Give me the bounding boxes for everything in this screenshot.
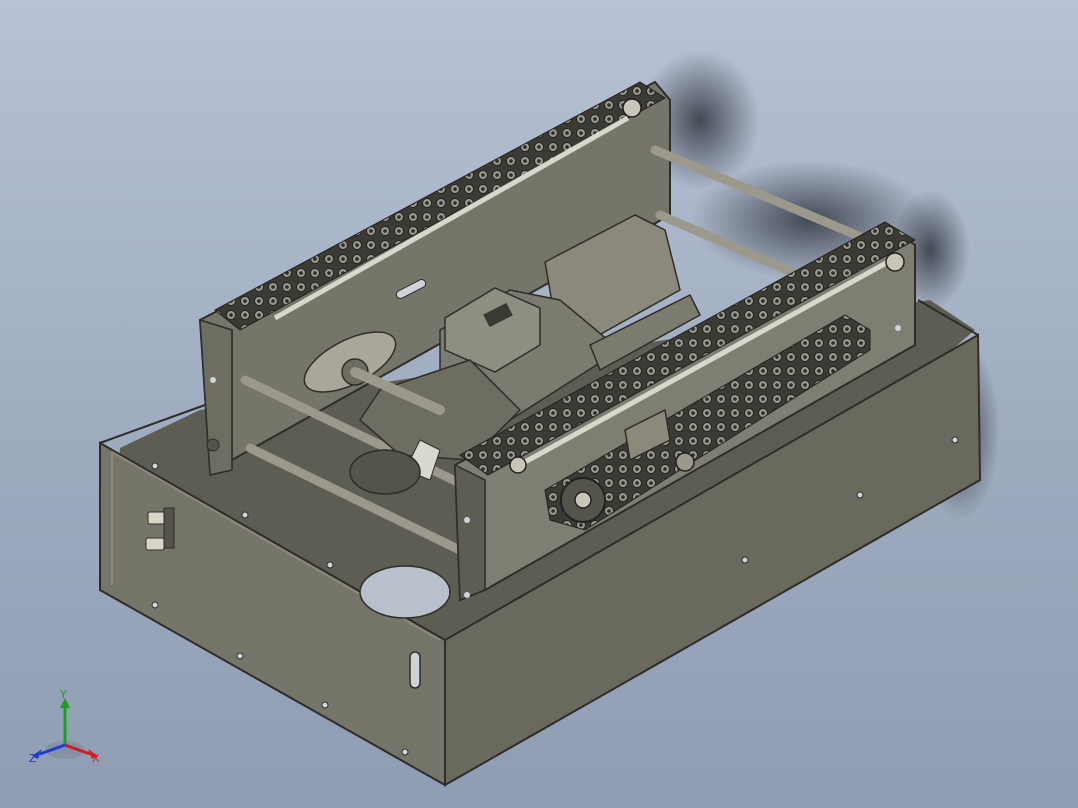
triad-z-label: Z (29, 752, 37, 765)
triad-x-label: X (92, 752, 100, 765)
fan-wheel (349, 449, 421, 495)
idler-sprocket-left (509, 456, 527, 474)
floor-cutout (359, 565, 451, 619)
view-triad[interactable]: Y X Z (20, 690, 110, 780)
cad-model[interactable] (0, 0, 1078, 808)
graphics-viewport[interactable]: Y X Z (0, 0, 1078, 808)
idler-sprocket (885, 252, 905, 272)
tray-slot (409, 651, 421, 689)
idler-sprocket-rear (622, 98, 642, 118)
triad-y-label: Y (59, 690, 67, 701)
